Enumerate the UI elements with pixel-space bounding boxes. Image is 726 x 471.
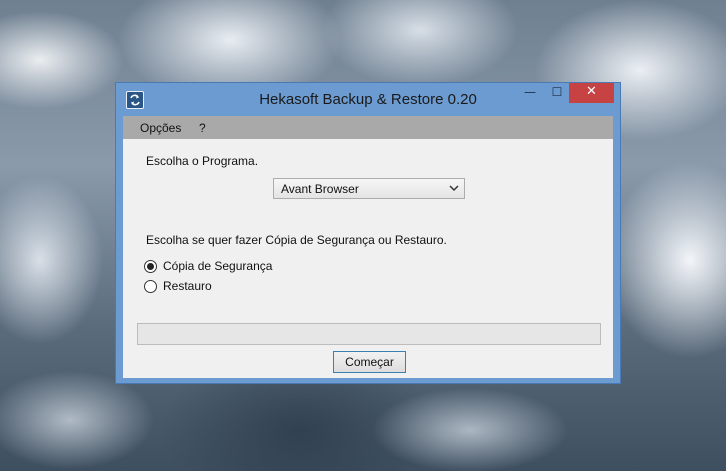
chevron-down-icon <box>449 185 459 192</box>
progress-bar <box>137 323 601 345</box>
program-label: Escolha o Programa. <box>146 154 259 168</box>
minimize-button[interactable]: — <box>516 83 544 103</box>
menu-bar: Opções ? <box>123 116 613 139</box>
mode-label: Escolha se quer fazer Cópia de Segurança… <box>146 233 447 247</box>
program-dropdown[interactable]: Avant Browser <box>273 178 465 199</box>
program-dropdown-value: Avant Browser <box>281 182 359 196</box>
start-button[interactable]: Começar <box>333 351 406 373</box>
menu-item-help[interactable]: ? <box>199 121 206 135</box>
maximize-button[interactable]: ☐ <box>544 83 570 103</box>
close-button[interactable]: ✕ <box>569 83 614 103</box>
restore-radio-label[interactable]: Restauro <box>163 279 212 293</box>
title-bar[interactable]: Hekasoft Backup & Restore 0.20 — ☐ ✕ <box>116 83 620 116</box>
menu-item-opcoes[interactable]: Opções <box>140 121 181 135</box>
backup-radio[interactable] <box>144 260 157 273</box>
backup-radio-label[interactable]: Cópia de Segurança <box>163 259 272 273</box>
sync-arrows-icon[interactable] <box>126 91 144 109</box>
restore-radio[interactable] <box>144 280 157 293</box>
sync-arrows-icon-glyph <box>130 94 140 106</box>
window-client-area: Opções ? Escolha o Programa. Avant Brows… <box>123 116 613 378</box>
desktop-background: Hekasoft Backup & Restore 0.20 — ☐ ✕ Opç… <box>0 0 726 471</box>
window-title: Hekasoft Backup & Restore 0.20 <box>259 91 477 108</box>
app-window: Hekasoft Backup & Restore 0.20 — ☐ ✕ Opç… <box>115 82 621 384</box>
